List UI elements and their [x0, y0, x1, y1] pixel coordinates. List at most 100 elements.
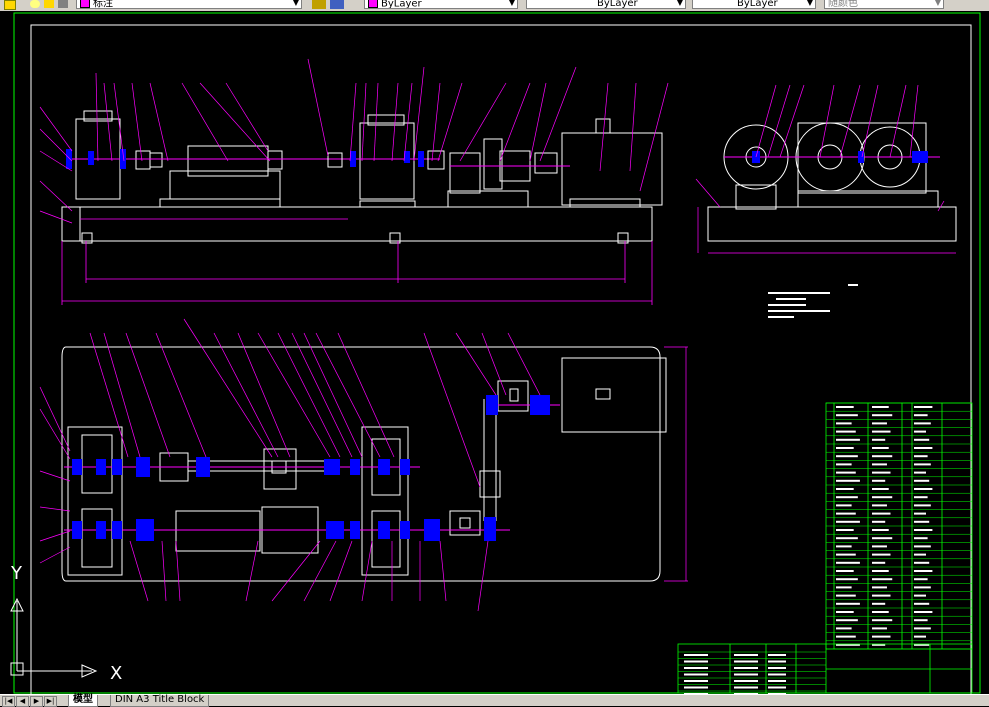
parts-list-cell-text: [836, 414, 858, 417]
parts-list-cell-text: [872, 520, 886, 523]
linetype-dropdown[interactable]: ByLayer ▼: [526, 0, 686, 9]
title-block-cell-text: [734, 654, 758, 656]
parts-list-cell-text: [872, 422, 887, 425]
layer-dropdown[interactable]: 标注 ▼: [76, 0, 302, 9]
parts-list-cell-text: [914, 619, 928, 622]
ucs-y-label: Y: [10, 563, 23, 584]
parts-list-cell-text: [836, 504, 852, 507]
title-block-cell-text: [768, 673, 786, 676]
parts-list-cell-text: [836, 447, 854, 449]
parts-list-cell-text: [872, 561, 886, 564]
parts-list-cell-text: [914, 570, 933, 572]
parts-list-cell-text: [914, 545, 931, 548]
parts-list-cell-text: [872, 504, 887, 507]
parts-list-cell-text: [836, 479, 860, 482]
sun-icon[interactable]: [30, 0, 40, 8]
parts-list-cell-text: [914, 537, 928, 540]
title-block-cell-text: [734, 667, 758, 669]
parts-list-cell-text: [836, 602, 860, 605]
title-block-cell-text: [684, 667, 708, 669]
parts-list-cell-text: [872, 627, 887, 630]
chevron-down-icon[interactable]: ▼: [935, 0, 941, 7]
last-tab-icon[interactable]: ▶|: [44, 696, 57, 707]
parts-list-cell-text: [836, 529, 854, 531]
parts-list-cell-text: [872, 438, 886, 441]
technical-notes: [768, 284, 858, 318]
parts-list-cell-text: [872, 471, 891, 474]
front-view-leaders: [39, 58, 669, 224]
color-dropdown[interactable]: ByLayer ▼: [364, 0, 518, 9]
parts-list-cell-text: [914, 512, 926, 515]
color-swatch: [368, 0, 378, 8]
parts-list-cell-text: [836, 520, 860, 523]
title-block-cell-text: [768, 667, 786, 669]
parts-list-cell-text: [914, 553, 926, 556]
parts-list-cell-text: [914, 627, 931, 630]
parts-list-cell-text: [914, 635, 926, 638]
previous-tab-icon[interactable]: ◀: [16, 696, 29, 707]
title-block-cell-text: [684, 680, 708, 682]
parts-list-cell-text: [836, 463, 852, 466]
parts-list-cell-text: [914, 406, 933, 408]
parts-list-cell-text: [914, 438, 930, 441]
title-block-cell-text: [768, 686, 786, 689]
parts-list-cell-text: [914, 488, 933, 490]
first-tab-icon[interactable]: |◀: [2, 696, 15, 707]
parts-list-cell-text: [836, 406, 854, 408]
folder-icon[interactable]: [4, 0, 16, 10]
title-block-cell-text: [768, 654, 786, 656]
title-block-cell-text: [734, 660, 758, 663]
chevron-down-icon[interactable]: ▼: [677, 0, 683, 7]
parts-list-cell-text: [836, 586, 852, 589]
parts-list-cell-text: [914, 496, 928, 499]
chevron-down-icon[interactable]: ▼: [293, 0, 299, 7]
parts-list-rows: [826, 402, 972, 650]
title-block: [677, 643, 973, 694]
next-tab-icon[interactable]: ▶: [30, 696, 43, 707]
lock-icon[interactable]: [44, 0, 54, 8]
parts-list-cell-text: [836, 438, 860, 441]
layer-state-icon[interactable]: [58, 0, 68, 8]
parts-list-cell-text: [872, 619, 893, 622]
lineweight-dropdown[interactable]: ByLayer ▼: [692, 0, 816, 9]
tab-din-a3-title-block[interactable]: DIN A3 Title Block: [110, 695, 210, 707]
parts-list-cell-text: [836, 619, 858, 622]
parts-list-cell-text: [914, 471, 926, 474]
parts-list-cell-text: [872, 455, 893, 458]
parts-list-cell-text: [836, 537, 858, 540]
chevron-down-icon[interactable]: ▼: [509, 0, 515, 7]
title-block-rows: [678, 651, 826, 695]
parts-list-cell-text: [836, 496, 858, 499]
title-block-cell-text: [684, 654, 708, 656]
parts-list-cell-text: [872, 635, 891, 638]
parts-list-cell-text: [872, 537, 893, 540]
parts-list-cell-text: [872, 594, 891, 597]
parts-list-cell-text: [872, 414, 893, 417]
parts-list-cell-text: [872, 553, 891, 556]
tab-model[interactable]: 模型: [68, 695, 98, 707]
parts-list-cell-text: [872, 430, 891, 433]
chevron-down-icon[interactable]: ▼: [807, 0, 813, 7]
plan-view-bearings: [72, 395, 550, 541]
title-block-cell-text: [768, 680, 786, 682]
title-block-cell-text: [734, 686, 758, 689]
parts-list-cell-text: [914, 479, 930, 482]
parts-list-cell-text: [914, 602, 930, 605]
sheet-border: [13, 12, 981, 694]
parts-list-cell-text: [914, 586, 931, 589]
title-block-cell-text: [684, 660, 708, 663]
parts-list-cell-text: [872, 602, 886, 605]
parts-list-cell-text: [914, 414, 928, 417]
title-block-cell-text: [734, 680, 758, 682]
drawing-canvas[interactable]: Y X: [0, 11, 989, 696]
layer-previous-icon[interactable]: [312, 0, 326, 9]
layers-icon[interactable]: [330, 0, 344, 9]
parts-list-cell-text: [836, 635, 856, 638]
parts-list-cell-text: [872, 545, 887, 548]
parts-list-cell-text: [836, 471, 856, 474]
parts-list-cell-text: [872, 447, 889, 449]
title-block-cell-text: [684, 673, 708, 676]
parts-list-cell-text: [836, 578, 858, 581]
title-block-cell-text: [768, 660, 786, 663]
plotstyle-dropdown[interactable]: 随颜色 ▼: [824, 0, 944, 9]
